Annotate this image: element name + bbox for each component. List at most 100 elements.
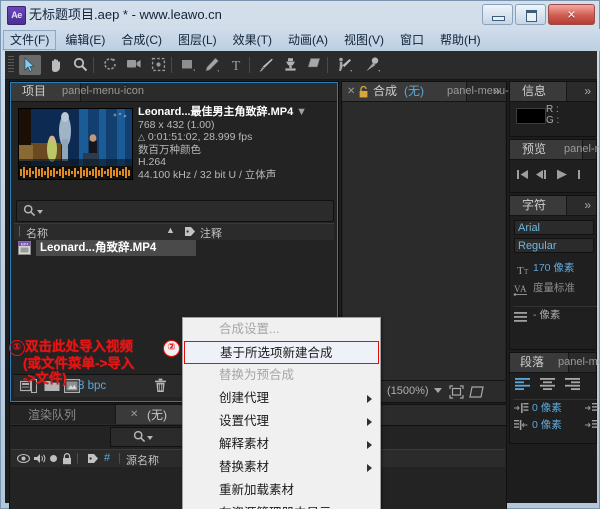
label-icon[interactable] (87, 453, 99, 467)
context-menu-item-create-proxy[interactable]: 创建代理 (183, 387, 380, 410)
hand-tool-icon[interactable] (45, 55, 67, 75)
annotation-number-2: ② (163, 340, 180, 357)
toolbar-grip[interactable] (8, 56, 14, 74)
menu-item-edit[interactable]: 编辑(E) (58, 31, 112, 49)
search-dropdown-icon[interactable] (37, 210, 43, 214)
indent-right-value[interactable]: 0 像素 (532, 419, 562, 431)
menu-bar: 文件(F) 编辑(E) 合成(C) 图层(L) 效果(T) 动画(A) 视图(V… (2, 29, 600, 51)
context-menu-item-new-comp-from-selection[interactable]: ② 基于所选项新建合成 (163, 340, 379, 364)
first-frame-icon[interactable] (516, 168, 529, 184)
transparency-grid-icon[interactable] (469, 385, 484, 402)
menu-item-help[interactable]: 帮助(H) (433, 31, 488, 49)
paragraph-tab-label: 段落 (520, 355, 545, 369)
align-right-icon[interactable] (564, 377, 582, 394)
roto-brush-tool-icon[interactable] (333, 55, 355, 75)
pen-tool-icon[interactable] (201, 55, 223, 75)
expand-panels-icon[interactable]: » (584, 196, 591, 215)
space-after-icon[interactable] (584, 419, 598, 436)
expand-panels-icon[interactable]: » (584, 82, 591, 101)
chevron-down-icon[interactable]: ▼ (296, 106, 307, 118)
indent-left-value[interactable]: 0 像素 (532, 402, 562, 414)
play-icon[interactable] (555, 168, 568, 184)
footage-dimensions: 768 x 432 (1.00) (138, 118, 215, 131)
project-file-row[interactable]: MP4 Leonard...角致辞.MP4 (14, 240, 334, 256)
expand-panels-icon[interactable]: » (493, 82, 500, 101)
context-menu-item-replace-footage[interactable]: 替换素材 (183, 456, 380, 479)
menu-item-composition[interactable]: 合成(C) (114, 31, 169, 49)
context-menu[interactable]: 合成设置... ② 基于所选项新建合成 替换为预合成 创建代理 设置代理 解释素… (163, 317, 381, 509)
leading-value[interactable]: - 像素 (533, 307, 560, 324)
preview-transport-controls (513, 166, 595, 186)
composition-tab-label: 合成 (373, 84, 398, 98)
previous-frame-icon[interactable] (534, 168, 547, 184)
next-frame-icon[interactable] (577, 168, 590, 184)
character-tab-label: 字符 (522, 198, 547, 212)
annotation-line-2: (或文件菜单->导入 (23, 356, 135, 371)
pan-behind-tool-icon[interactable] (147, 55, 169, 75)
menu-item-file[interactable]: 文件(F) (3, 30, 57, 50)
svg-text:T: T (524, 268, 529, 276)
minimize-button[interactable] (482, 4, 513, 25)
tag-icon (184, 226, 196, 240)
shape-tool-icon[interactable] (177, 55, 199, 75)
lock-icon[interactable] (62, 453, 72, 468)
column-name[interactable]: 名称 (26, 225, 48, 241)
puppet-pin-tool-icon[interactable] (361, 55, 383, 75)
solo-icon[interactable] (50, 455, 57, 462)
column-comment[interactable]: 注释 (200, 225, 222, 241)
menu-item-window[interactable]: 窗口 (393, 31, 431, 49)
panel-menu-icon[interactable]: panel-menu-icon (558, 353, 600, 372)
menu-item-view[interactable]: 视图(V) (337, 31, 391, 49)
zoom-tool-icon[interactable] (69, 55, 91, 75)
panel-menu-icon[interactable]: panel-menu-icon (62, 82, 144, 101)
region-of-interest-icon[interactable] (449, 385, 464, 402)
maximize-button[interactable] (515, 4, 546, 25)
clone-stamp-tool-icon[interactable] (279, 55, 301, 75)
indent-left-row: 0 像素 (513, 399, 598, 416)
tools-panel: T (5, 51, 597, 80)
menu-item-animation[interactable]: 动画(A) (281, 31, 335, 49)
font-family-input[interactable]: Arial (514, 220, 594, 235)
search-icon (23, 204, 36, 220)
paragraph-panel-header: 段落 panel-menu-icon (510, 353, 600, 373)
mp4-file-icon: MP4 (18, 241, 31, 258)
close-icon[interactable]: ✕ (347, 82, 355, 101)
audio-icon[interactable] (33, 453, 46, 467)
panel-menu-icon[interactable]: panel-menu-icon (564, 140, 600, 159)
project-search-input[interactable] (16, 200, 334, 222)
context-menu-item-reload-footage[interactable]: 重新加载素材 (183, 479, 380, 502)
brush-tool-icon[interactable] (255, 55, 277, 75)
kerning-value[interactable]: 度量标准 (533, 280, 575, 297)
footage-colors: 数百万种颜色 (138, 143, 201, 156)
video-visibility-icon[interactable] (16, 453, 31, 467)
align-center-icon[interactable] (539, 377, 557, 394)
rotation-tool-icon[interactable] (99, 55, 121, 75)
font-size-icon: TT (513, 262, 529, 282)
search-dropdown-icon[interactable] (147, 436, 153, 440)
align-left-icon[interactable] (514, 377, 532, 394)
menu-item-effect[interactable]: 效果(T) (226, 31, 279, 49)
close-button[interactable]: ✕ (548, 4, 595, 25)
search-icon (133, 430, 146, 446)
project-tab-label: 项目 (22, 84, 47, 98)
context-menu-item-comp-settings: 合成设置... (219, 322, 280, 336)
column-source-name[interactable]: 源名称 (126, 452, 159, 468)
selection-tool-icon[interactable] (19, 55, 41, 75)
type-tool-icon[interactable]: T (225, 55, 247, 75)
context-menu-item-set-proxy[interactable]: 设置代理 (183, 410, 380, 433)
context-menu-item-interpret-footage[interactable]: 解释素材 (183, 433, 380, 456)
close-icon[interactable]: ✕ (130, 405, 138, 425)
camera-tool-icon[interactable] (123, 55, 145, 75)
svg-text:A: A (520, 284, 527, 294)
font-size-value[interactable]: 170 像素 (533, 262, 574, 274)
footage-duration: 0:01:51:02, 28.999 fps (147, 131, 253, 143)
sort-ascending-icon[interactable]: ▲ (166, 225, 175, 235)
eraser-tool-icon[interactable] (303, 55, 325, 75)
font-style-input[interactable]: Regular (514, 238, 594, 253)
title-bar: Ae 无标题项目.aep * - www.leawo.cn ✕ (1, 1, 599, 28)
column-index[interactable]: # (104, 452, 110, 464)
menu-item-layer[interactable]: 图层(L) (171, 31, 224, 49)
info-tab-label: 信息 (522, 84, 547, 98)
chevron-down-icon[interactable] (434, 388, 442, 393)
context-menu-item-reveal-in-explorer[interactable]: 在资源管理器中显示 (183, 502, 380, 509)
